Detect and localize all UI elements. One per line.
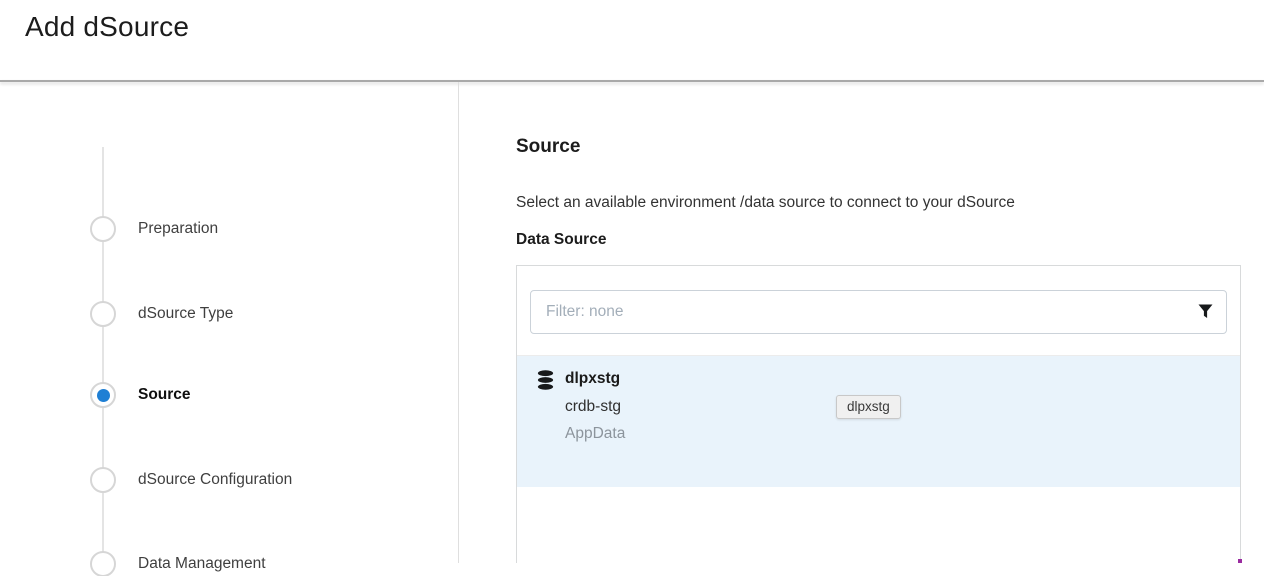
step-label: dSource Type	[138, 305, 233, 323]
data-source-environment: crdb-stg	[565, 398, 621, 416]
purple-artifact-dot	[1238, 559, 1242, 563]
data-source-label: Data Source	[516, 231, 606, 249]
step-label: Preparation	[138, 220, 218, 238]
data-source-panel: dlpxstg crdb-stg AppData dlpxstg	[516, 265, 1241, 563]
step-circle	[90, 382, 116, 408]
filter-field	[530, 290, 1227, 334]
data-source-list: dlpxstg crdb-stg AppData dlpxstg	[517, 355, 1240, 487]
active-step-dot	[97, 389, 110, 402]
wizard-stepper: Preparation dSource Type Source dSource …	[0, 82, 458, 576]
step-preparation[interactable]: Preparation	[90, 216, 218, 242]
step-dot	[97, 223, 110, 236]
step-dot	[97, 474, 110, 487]
database-icon	[537, 370, 554, 390]
data-source-row-selected[interactable]: dlpxstg crdb-stg AppData dlpxstg	[517, 356, 1240, 487]
step-label: Data Management	[138, 555, 266, 573]
page-title: Add dSource	[25, 11, 189, 43]
step-dot	[97, 558, 110, 571]
step-circle	[90, 467, 116, 493]
step-source-active[interactable]: Source	[90, 382, 191, 408]
section-title: Source	[516, 136, 580, 158]
step-dot	[97, 308, 110, 321]
add-dsource-wizard: Add dSource Preparation dSource Type Sou…	[0, 0, 1264, 576]
step-label: Source	[138, 386, 191, 404]
stepper-connector-line	[102, 147, 104, 565]
step-circle	[90, 216, 116, 242]
step-dsource-type[interactable]: dSource Type	[90, 301, 233, 327]
section-description: Select an available environment /data so…	[516, 194, 1015, 212]
tooltip: dlpxstg	[836, 395, 901, 419]
step-data-management[interactable]: Data Management	[90, 551, 266, 576]
data-source-name: dlpxstg	[565, 370, 620, 388]
step-circle	[90, 301, 116, 327]
data-source-type: AppData	[565, 425, 625, 443]
step-label: dSource Configuration	[138, 471, 292, 489]
step-dsource-configuration[interactable]: dSource Configuration	[90, 467, 292, 493]
stepper-content-divider	[458, 82, 459, 563]
funnel-icon[interactable]	[1197, 303, 1214, 320]
filter-input[interactable]	[530, 290, 1227, 334]
step-circle	[90, 551, 116, 576]
